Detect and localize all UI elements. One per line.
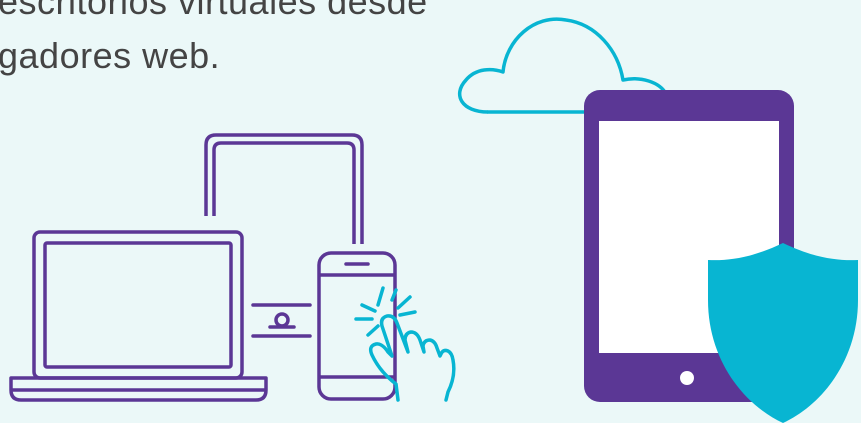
connector-icon bbox=[251, 303, 312, 338]
devices-illustration bbox=[9, 17, 858, 423]
pointing-hand-icon bbox=[354, 286, 456, 402]
monitor-icon bbox=[204, 133, 364, 244]
laptop-icon bbox=[9, 230, 268, 402]
